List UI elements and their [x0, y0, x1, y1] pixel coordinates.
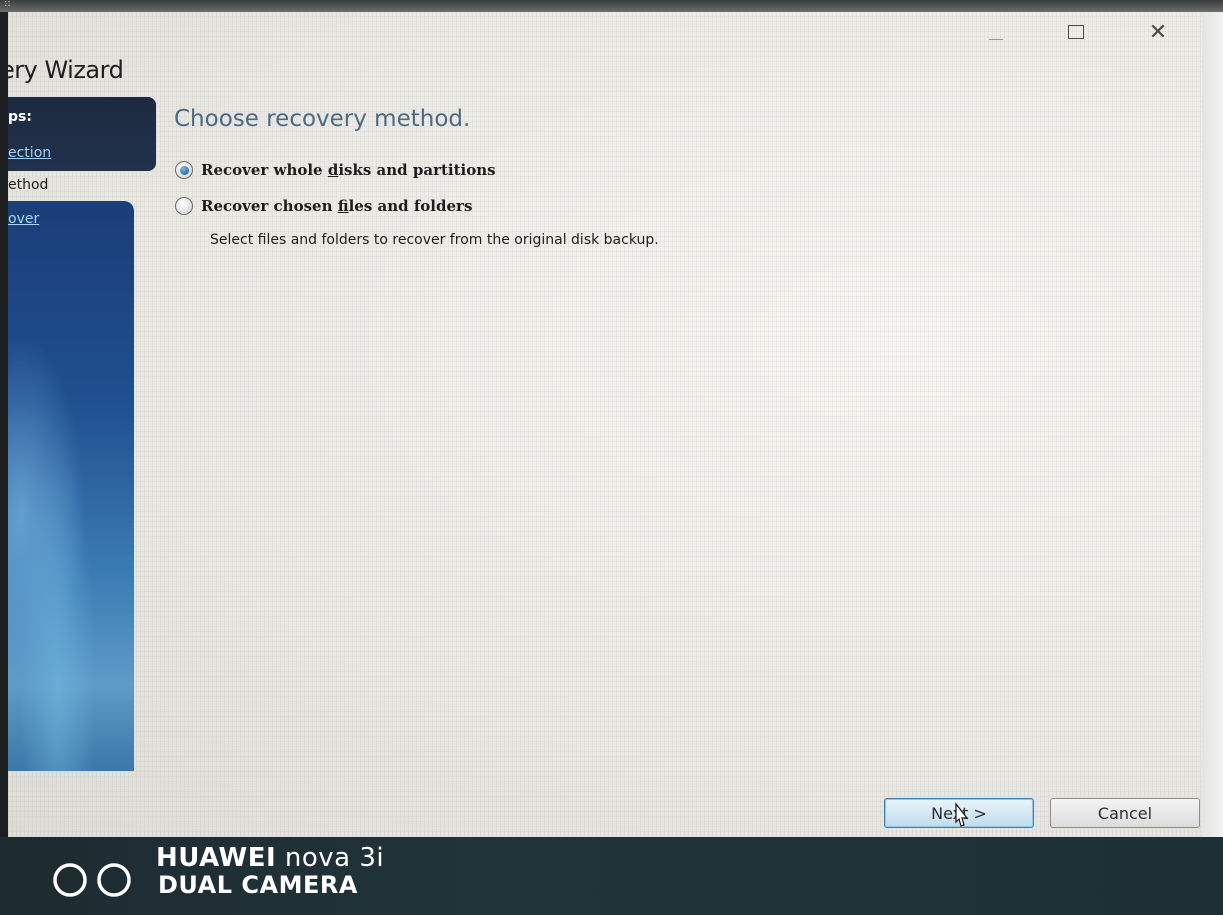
steps-header-box: ps: ection [8, 97, 156, 171]
minimize-button[interactable] [976, 12, 1016, 52]
option-label-pre: Recover chosen [201, 197, 338, 215]
option-recover-files[interactable]: Recover chosen files and folders [175, 197, 472, 215]
option-recover-files-label: Recover chosen files and folders [201, 197, 472, 215]
steps-sidebar: ps: ection ethod over [8, 97, 156, 771]
option-label-post: iles and folders [348, 197, 473, 215]
option-label-pre: Recover whole [201, 161, 328, 179]
watermark-brand-name: HUAWEI [156, 843, 277, 873]
sidebar-item-selection[interactable]: ection [8, 145, 51, 161]
maximize-icon [1068, 25, 1084, 39]
option-recover-disks[interactable]: Recover whole disks and partitions [175, 161, 496, 179]
page-title: Choose recovery method. [174, 106, 471, 132]
option-accel-key: f [337, 197, 349, 215]
sidebar-blue-panel: over [8, 201, 134, 771]
watermark-subtitle: DUAL CAMERA [158, 871, 358, 899]
window-right-edge [1202, 12, 1223, 837]
sidebar-item-recover[interactable]: over [8, 211, 39, 227]
radio-selected-icon[interactable] [175, 161, 193, 179]
recovery-wizard-window [8, 12, 1203, 837]
option-description: Select files and folders to recover from… [210, 232, 659, 248]
close-icon: ✕ [1148, 19, 1168, 45]
watermark-model: nova 3i [284, 843, 385, 873]
watermark-brand: HUAWEI nova 3i [156, 843, 384, 873]
mouse-cursor-icon [955, 802, 969, 827]
wizard-title: ery Wizard [0, 56, 124, 84]
steps-heading: ps: [8, 109, 32, 125]
option-label-post: isks and partitions [338, 161, 496, 179]
radio-unselected-icon[interactable] [175, 197, 193, 215]
sidebar-item-method: ethod [8, 177, 49, 193]
photo-top-edge: :: [0, 0, 1223, 12]
cancel-button[interactable]: Cancel [1050, 798, 1200, 828]
option-accel-key: d [327, 161, 339, 179]
camera-lens-icon [53, 863, 131, 897]
top-fragment-text: :: [4, 0, 11, 9]
radio-dot [179, 165, 189, 175]
option-recover-disks-label: Recover whole disks and partitions [201, 161, 496, 179]
minimize-icon [989, 38, 1003, 40]
maximize-button[interactable] [1056, 12, 1096, 52]
close-button[interactable]: ✕ [1138, 12, 1178, 52]
